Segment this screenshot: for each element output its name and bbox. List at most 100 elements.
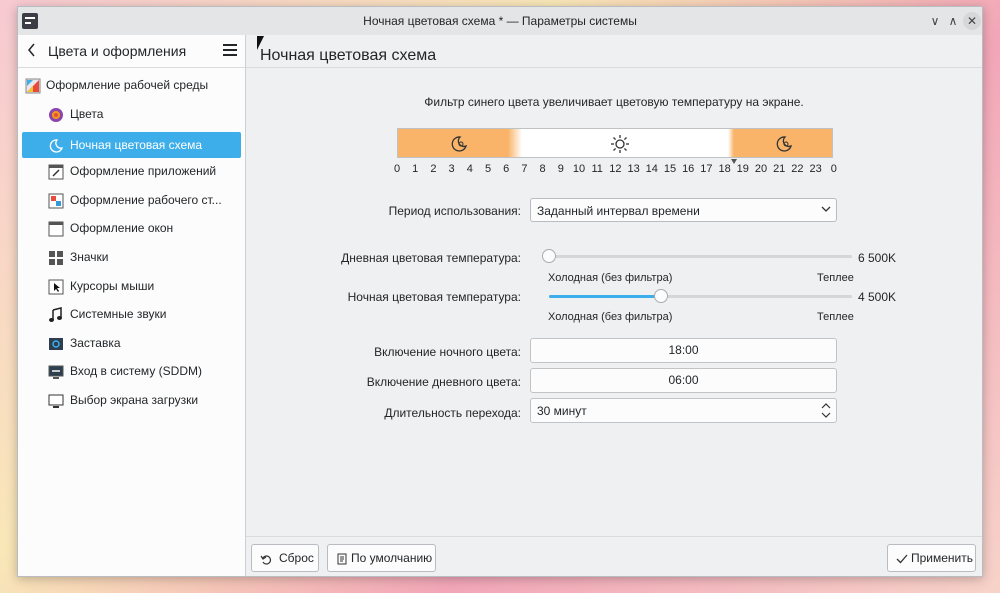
day-on-time-field[interactable]: 06:00 xyxy=(530,368,837,393)
spin-up-icon[interactable] xyxy=(821,402,831,411)
sidebar-item-plasma-style[interactable]: Оформление рабочего ст... xyxy=(22,187,241,213)
undo-icon xyxy=(260,545,272,571)
main-content: Ночная цветовая схема Фильтр синего цвет… xyxy=(246,35,982,576)
app-style-icon xyxy=(48,163,64,180)
timeline-transition-morning xyxy=(508,129,522,157)
cursor-icon xyxy=(48,278,64,295)
titlebar: Ночная цветовая схема * — Параметры сист… xyxy=(18,7,982,36)
chevron-down-icon xyxy=(821,204,831,217)
timeline-hour-labels: 0 1 2 3 4 5 6 7 8 9 10 11 12 13 14 15 16 17 18 19 20 21 22 23 0 xyxy=(393,163,837,177)
day-temp-hint-right: Теплее xyxy=(817,272,854,284)
day-on-label: Включение дневного цвета: xyxy=(366,375,521,389)
sidebar-item-window-decoration[interactable]: Оформление окон xyxy=(22,215,241,241)
hour-label: 10 xyxy=(572,163,586,175)
hour-label: 3 xyxy=(448,163,455,175)
day-temp-value: 6 500K xyxy=(858,251,897,265)
sidebar-item-icons[interactable]: Значки xyxy=(22,244,241,270)
night-color-icon xyxy=(775,135,793,153)
usage-period-select[interactable]: Заданный интервал времени xyxy=(530,198,837,222)
hour-label: 17 xyxy=(700,163,713,175)
sidebar-item-splash[interactable]: Заставка xyxy=(22,330,241,356)
icons-icon xyxy=(48,249,64,265)
night-temp-value: 4 500K xyxy=(858,290,897,304)
hour-label: 0 xyxy=(830,163,837,175)
close-button[interactable]: ✕ xyxy=(963,12,981,30)
hour-label: 8 xyxy=(539,163,546,175)
spin-down-icon[interactable] xyxy=(821,412,831,421)
slider-handle[interactable] xyxy=(654,289,669,303)
hour-label: 7 xyxy=(521,163,528,175)
night-on-label: Включение ночного цвета: xyxy=(374,345,521,359)
night-color-icon xyxy=(48,137,64,153)
appearance-icon xyxy=(25,77,41,94)
hour-label: 22 xyxy=(791,163,804,175)
sidebar: Цвета и оформления Оформление рабочей ср… xyxy=(18,35,246,576)
sidebar-item-boot-screen[interactable]: Выбор экрана загрузки xyxy=(22,387,241,413)
day-temp-label: Дневная цветовая температура: xyxy=(341,251,521,265)
usage-period-label: Период использования: xyxy=(388,204,521,218)
hour-label: 20 xyxy=(754,163,768,175)
footer-divider xyxy=(246,536,982,537)
hour-label: 1 xyxy=(412,163,419,175)
transition-label: Длительность перехода: xyxy=(384,406,521,420)
reset-button[interactable]: Сброс xyxy=(251,544,319,572)
hour-label: 15 xyxy=(663,163,677,175)
slider-handle[interactable] xyxy=(542,249,556,263)
sidebar-item-colors[interactable]: Цвета xyxy=(22,101,241,127)
day-temp-hint-left: Холодная (без фильтра) xyxy=(548,272,673,284)
document-icon xyxy=(336,545,348,571)
hour-label: 0 xyxy=(393,163,401,175)
maximize-button[interactable]: ∧ xyxy=(944,12,962,30)
hour-label: 4 xyxy=(466,163,473,175)
hour-label: 18 xyxy=(718,163,731,175)
hour-label: 21 xyxy=(773,163,786,175)
night-on-time-field[interactable]: 18:00 xyxy=(530,338,837,363)
page-title: Ночная цветовая схема xyxy=(260,47,437,64)
minimize-button[interactable]: ∨ xyxy=(926,12,944,30)
hour-label: 9 xyxy=(557,163,564,175)
sidebar-item-sounds[interactable]: Системные звуки xyxy=(22,301,241,327)
sidebar-item-night-color[interactable]: Ночная цветовая схема xyxy=(22,132,241,158)
login-screen-icon xyxy=(48,363,64,379)
hour-label: 14 xyxy=(645,163,658,175)
sun-icon xyxy=(611,135,629,153)
checkmark-icon xyxy=(896,545,908,571)
night-color-timeline xyxy=(397,128,833,158)
header-divider xyxy=(246,67,982,68)
night-temp-hint-left: Холодная (без фильтра) xyxy=(548,311,673,323)
sidebar-item-sddm[interactable]: Вход в систему (SDDM) xyxy=(22,358,241,384)
hour-label: 23 xyxy=(809,163,822,175)
sidebar-item-appearance[interactable]: Оформление рабочей среды xyxy=(22,72,241,98)
night-temp-slider[interactable] xyxy=(549,289,852,305)
night-temp-hint-right: Теплее xyxy=(817,311,854,323)
window-decoration-icon xyxy=(48,220,64,237)
description: Фильтр синего цвета увеличивает цветовую… xyxy=(424,95,804,109)
defaults-button[interactable]: По умолчанию xyxy=(327,544,436,572)
hour-label: 2 xyxy=(430,163,437,175)
hour-label: 6 xyxy=(503,163,510,175)
hour-label: 12 xyxy=(609,163,622,175)
hour-label: 16 xyxy=(682,163,695,175)
sidebar-header: Цвета и оформления xyxy=(18,35,245,68)
music-note-icon xyxy=(48,306,64,322)
hour-label: 19 xyxy=(736,163,749,175)
transition-spinbox[interactable]: 30 минут xyxy=(530,398,837,423)
hour-label: 5 xyxy=(484,163,492,175)
sidebar-item-cursors[interactable]: Курсоры мыши xyxy=(22,273,241,299)
hour-label: 13 xyxy=(627,163,640,175)
hour-label: 11 xyxy=(591,163,603,175)
hamburger-icon[interactable] xyxy=(223,44,237,56)
apply-button[interactable]: Применить xyxy=(887,544,976,572)
boot-screen-icon xyxy=(48,392,64,408)
night-temp-label: Ночная цветовая температура: xyxy=(347,290,521,304)
chevron-left-icon[interactable] xyxy=(26,42,36,62)
sidebar-title: Цвета и оформления xyxy=(48,43,187,59)
colors-icon xyxy=(48,106,64,122)
night-color-icon xyxy=(450,135,468,153)
day-temp-slider[interactable] xyxy=(542,249,852,265)
splash-screen-icon xyxy=(48,335,64,351)
plasma-style-icon xyxy=(48,192,64,209)
settings-window: Ночная цветовая схема * — Параметры сист… xyxy=(17,6,983,577)
sidebar-item-app-style[interactable]: Оформление приложений xyxy=(22,158,241,184)
mouse-pointer xyxy=(257,36,264,50)
